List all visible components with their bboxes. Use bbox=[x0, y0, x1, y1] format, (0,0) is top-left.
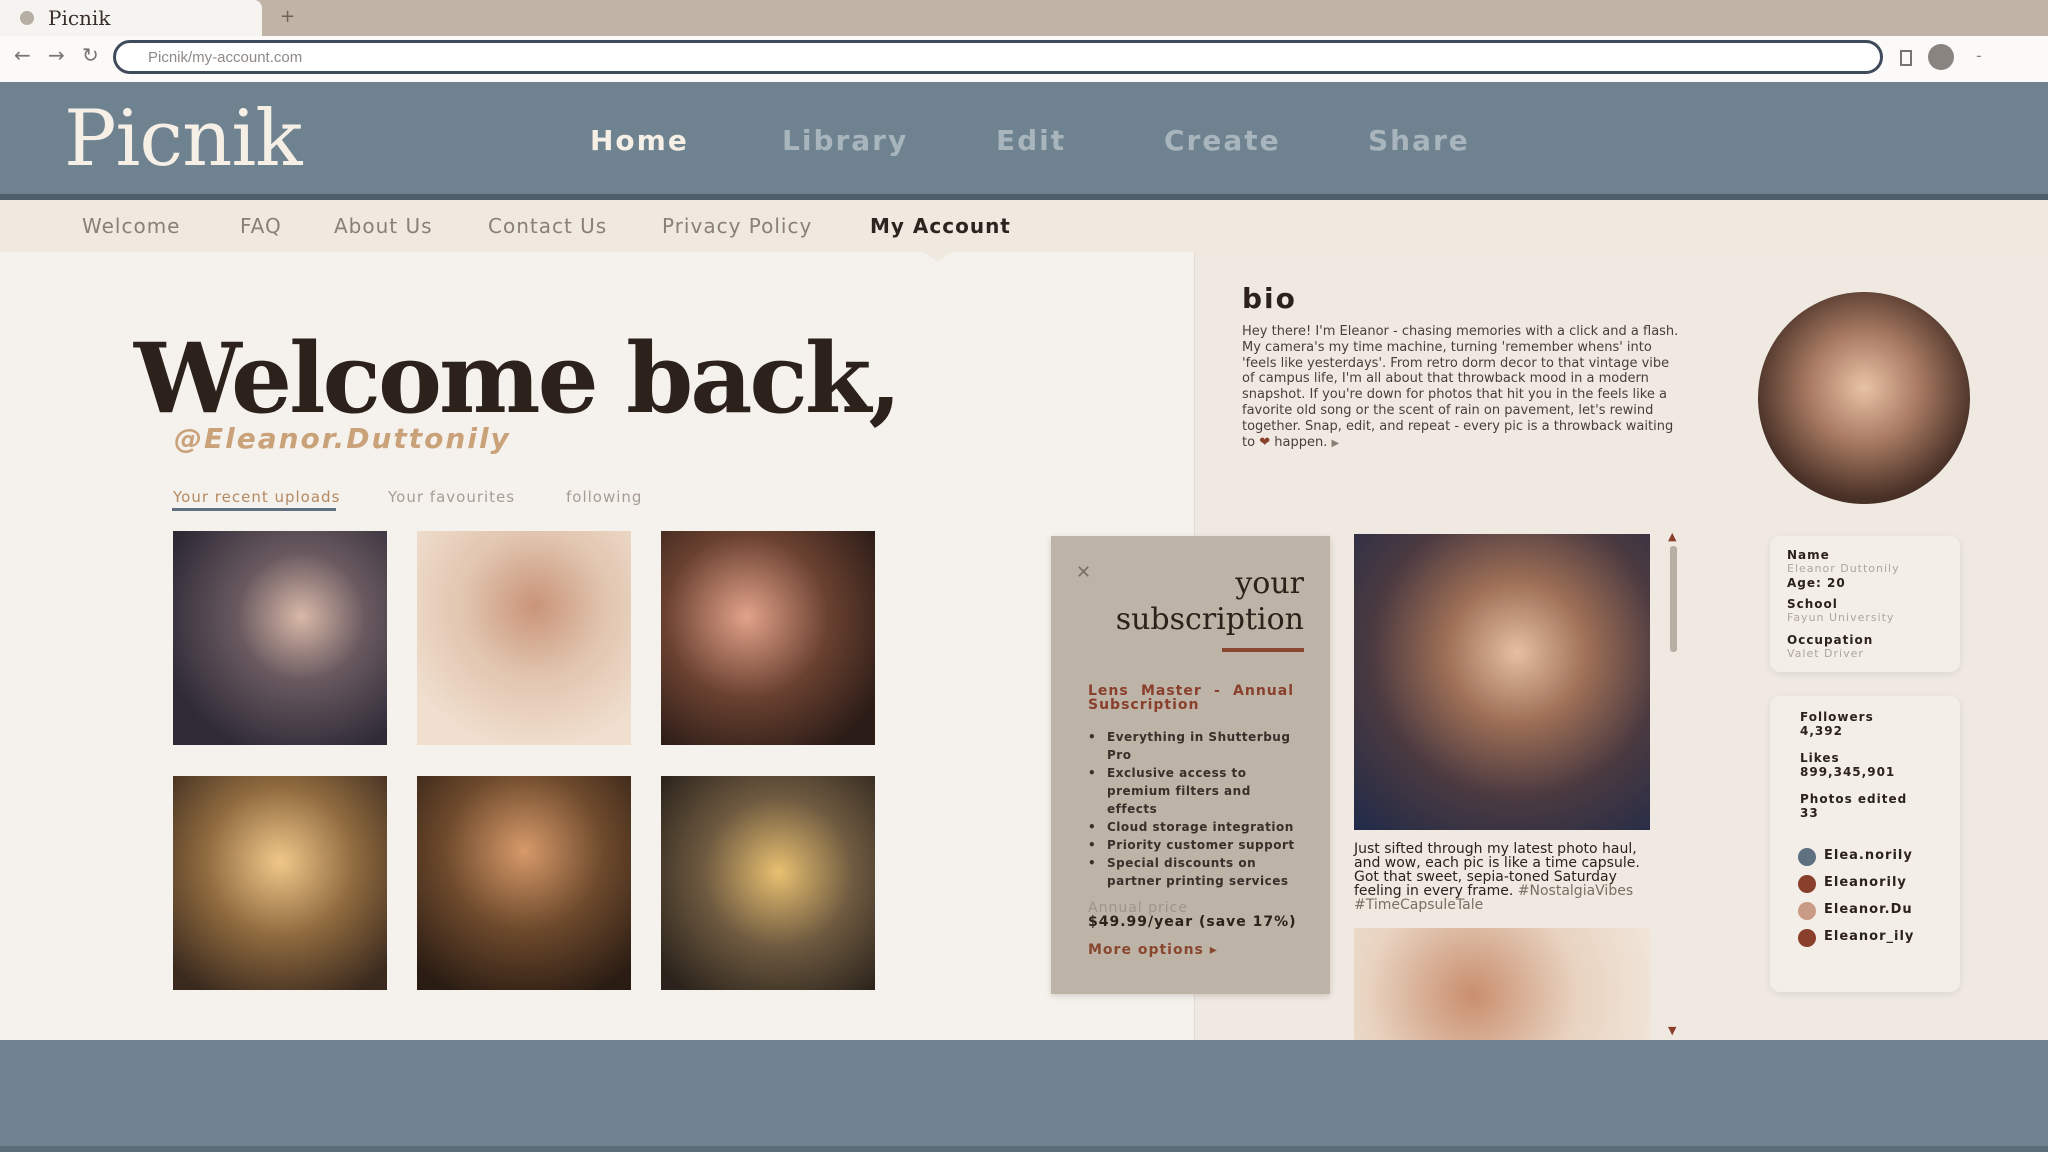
upload-photo[interactable] bbox=[661, 531, 875, 745]
more-options-link[interactable]: More options ▸ bbox=[1088, 942, 1218, 958]
tab-recent-uploads[interactable]: Your recent uploads bbox=[173, 488, 340, 506]
price-value: $49.99/year (save 17%) bbox=[1088, 914, 1297, 930]
subnav-privacy-policy[interactable]: Privacy Policy bbox=[662, 214, 812, 238]
tab-title: Picnik bbox=[48, 6, 111, 30]
followers-label: Followers bbox=[1800, 710, 1874, 724]
close-icon[interactable]: ✕ bbox=[1076, 562, 1091, 583]
bio-end: happen. bbox=[1274, 434, 1328, 450]
pinterest-icon[interactable] bbox=[1798, 929, 1816, 947]
user-handle: @Eleanor.Duttonily bbox=[174, 422, 511, 455]
tab-favourites[interactable]: Your favourites bbox=[388, 488, 515, 506]
school-value: Fayun University bbox=[1787, 611, 1895, 624]
social-handle-pinterest[interactable]: Eleanor_ily bbox=[1824, 929, 1914, 944]
name-label: Name bbox=[1787, 548, 1830, 562]
side-panel-icon[interactable] bbox=[1900, 50, 1912, 66]
social-handle-tiktok[interactable]: Elea.norily bbox=[1824, 848, 1913, 863]
browser-tab-bar bbox=[0, 0, 2048, 36]
social-handle-instagram[interactable]: Eleanor.Du bbox=[1824, 902, 1913, 917]
feature-item: Cloud storage integration bbox=[1088, 818, 1298, 836]
stats-card bbox=[1770, 696, 1960, 992]
upload-photo[interactable] bbox=[173, 531, 387, 745]
nav-edit[interactable]: Edit bbox=[996, 124, 1066, 157]
followers-value: 4,392 bbox=[1800, 724, 1843, 738]
bio-text: Hey there! I'm Eleanor - chasing memorie… bbox=[1242, 324, 1682, 451]
nav-home[interactable]: Home bbox=[590, 124, 689, 157]
new-tab-button[interactable]: + bbox=[280, 6, 295, 27]
feature-item: Priority customer support bbox=[1088, 836, 1298, 854]
feed-photo[interactable] bbox=[1354, 534, 1650, 830]
age-value: Age: 20 bbox=[1787, 576, 1846, 590]
tab-following[interactable]: following bbox=[566, 488, 642, 506]
browser-tab[interactable]: Picnik bbox=[0, 0, 262, 36]
subscription-features: Everything in Shutterbug Pro Exclusive a… bbox=[1088, 728, 1298, 890]
feature-item: Everything in Shutterbug Pro bbox=[1088, 728, 1298, 764]
subscription-title: your subscription bbox=[1100, 566, 1304, 638]
social-handle-youtube[interactable]: Eleanorily bbox=[1824, 875, 1907, 890]
youtube-icon[interactable] bbox=[1798, 875, 1816, 893]
likes-label: Likes bbox=[1800, 751, 1840, 765]
feature-item: Special discounts on partner printing se… bbox=[1088, 854, 1298, 890]
tiktok-icon[interactable] bbox=[1798, 848, 1816, 866]
school-label: School bbox=[1787, 597, 1838, 611]
feature-item: Exclusive access to premium filters and … bbox=[1088, 764, 1298, 818]
upload-photo[interactable] bbox=[417, 776, 631, 990]
subscription-title-line2: subscription bbox=[1115, 602, 1304, 637]
address-input[interactable]: Picnik/my-account.com bbox=[113, 40, 1883, 74]
instagram-icon[interactable] bbox=[1798, 902, 1816, 920]
profile-icon[interactable] bbox=[1928, 44, 1954, 70]
photos-edited-value: 33 bbox=[1800, 806, 1819, 820]
favicon-icon bbox=[20, 11, 34, 25]
welcome-title: Welcome back, bbox=[134, 322, 902, 435]
occupation-label: Occupation bbox=[1787, 633, 1874, 647]
nav-library[interactable]: Library bbox=[782, 124, 908, 157]
heart-icon: ❤ bbox=[1259, 434, 1271, 450]
site-footer bbox=[0, 1040, 2048, 1152]
upload-photo[interactable] bbox=[173, 776, 387, 990]
sub-navigation bbox=[0, 200, 2048, 253]
address-bar-row: ← → ↻ Picnik/my-account.com - bbox=[0, 36, 2048, 82]
upload-photo[interactable] bbox=[661, 776, 875, 990]
name-value: Eleanor Duttonily bbox=[1787, 562, 1900, 575]
menu-icon[interactable]: - bbox=[1976, 46, 1982, 65]
likes-value: 899,345,901 bbox=[1800, 765, 1896, 779]
occupation-value: Valet Driver bbox=[1787, 647, 1864, 660]
upload-photo[interactable] bbox=[417, 531, 631, 745]
subscription-title-underline bbox=[1222, 648, 1304, 652]
feed-photo[interactable] bbox=[1354, 928, 1650, 1040]
forward-icon[interactable]: → bbox=[48, 43, 65, 67]
subnav-about-us[interactable]: About Us bbox=[334, 214, 433, 238]
subscription-title-line1: your bbox=[1235, 566, 1304, 601]
avatar[interactable] bbox=[1758, 292, 1970, 504]
scroll-down-icon[interactable]: ▼ bbox=[1668, 1024, 1676, 1037]
subnav-welcome[interactable]: Welcome bbox=[82, 214, 180, 238]
bio-body: Hey there! I'm Eleanor - chasing memorie… bbox=[1242, 324, 1679, 450]
nav-share[interactable]: Share bbox=[1368, 124, 1470, 157]
feed-caption: Just sifted through my latest photo haul… bbox=[1354, 842, 1654, 912]
bio-title: bio bbox=[1242, 282, 1297, 315]
photos-edited-label: Photos edited bbox=[1800, 792, 1908, 806]
bio-more-arrow-icon[interactable]: ▶ bbox=[1331, 438, 1339, 449]
reload-icon[interactable]: ↻ bbox=[82, 43, 99, 67]
nav-create[interactable]: Create bbox=[1164, 124, 1281, 157]
footer-divider bbox=[0, 1146, 2048, 1152]
subnav-faq[interactable]: FAQ bbox=[240, 214, 282, 238]
scroll-thumb[interactable] bbox=[1670, 546, 1677, 652]
subnav-my-account[interactable]: My Account bbox=[870, 214, 1011, 238]
active-tab-underline bbox=[172, 508, 336, 511]
subnav-contact-us[interactable]: Contact Us bbox=[488, 214, 607, 238]
back-icon[interactable]: ← bbox=[14, 43, 31, 67]
site-logo[interactable]: Picnik bbox=[64, 94, 303, 184]
scroll-up-icon[interactable]: ▲ bbox=[1668, 530, 1676, 543]
address-text: Picnik/my-account.com bbox=[148, 49, 303, 66]
subscription-plan: Lens Master - Annual Subscription bbox=[1088, 683, 1294, 713]
active-subnav-caret bbox=[924, 252, 952, 262]
